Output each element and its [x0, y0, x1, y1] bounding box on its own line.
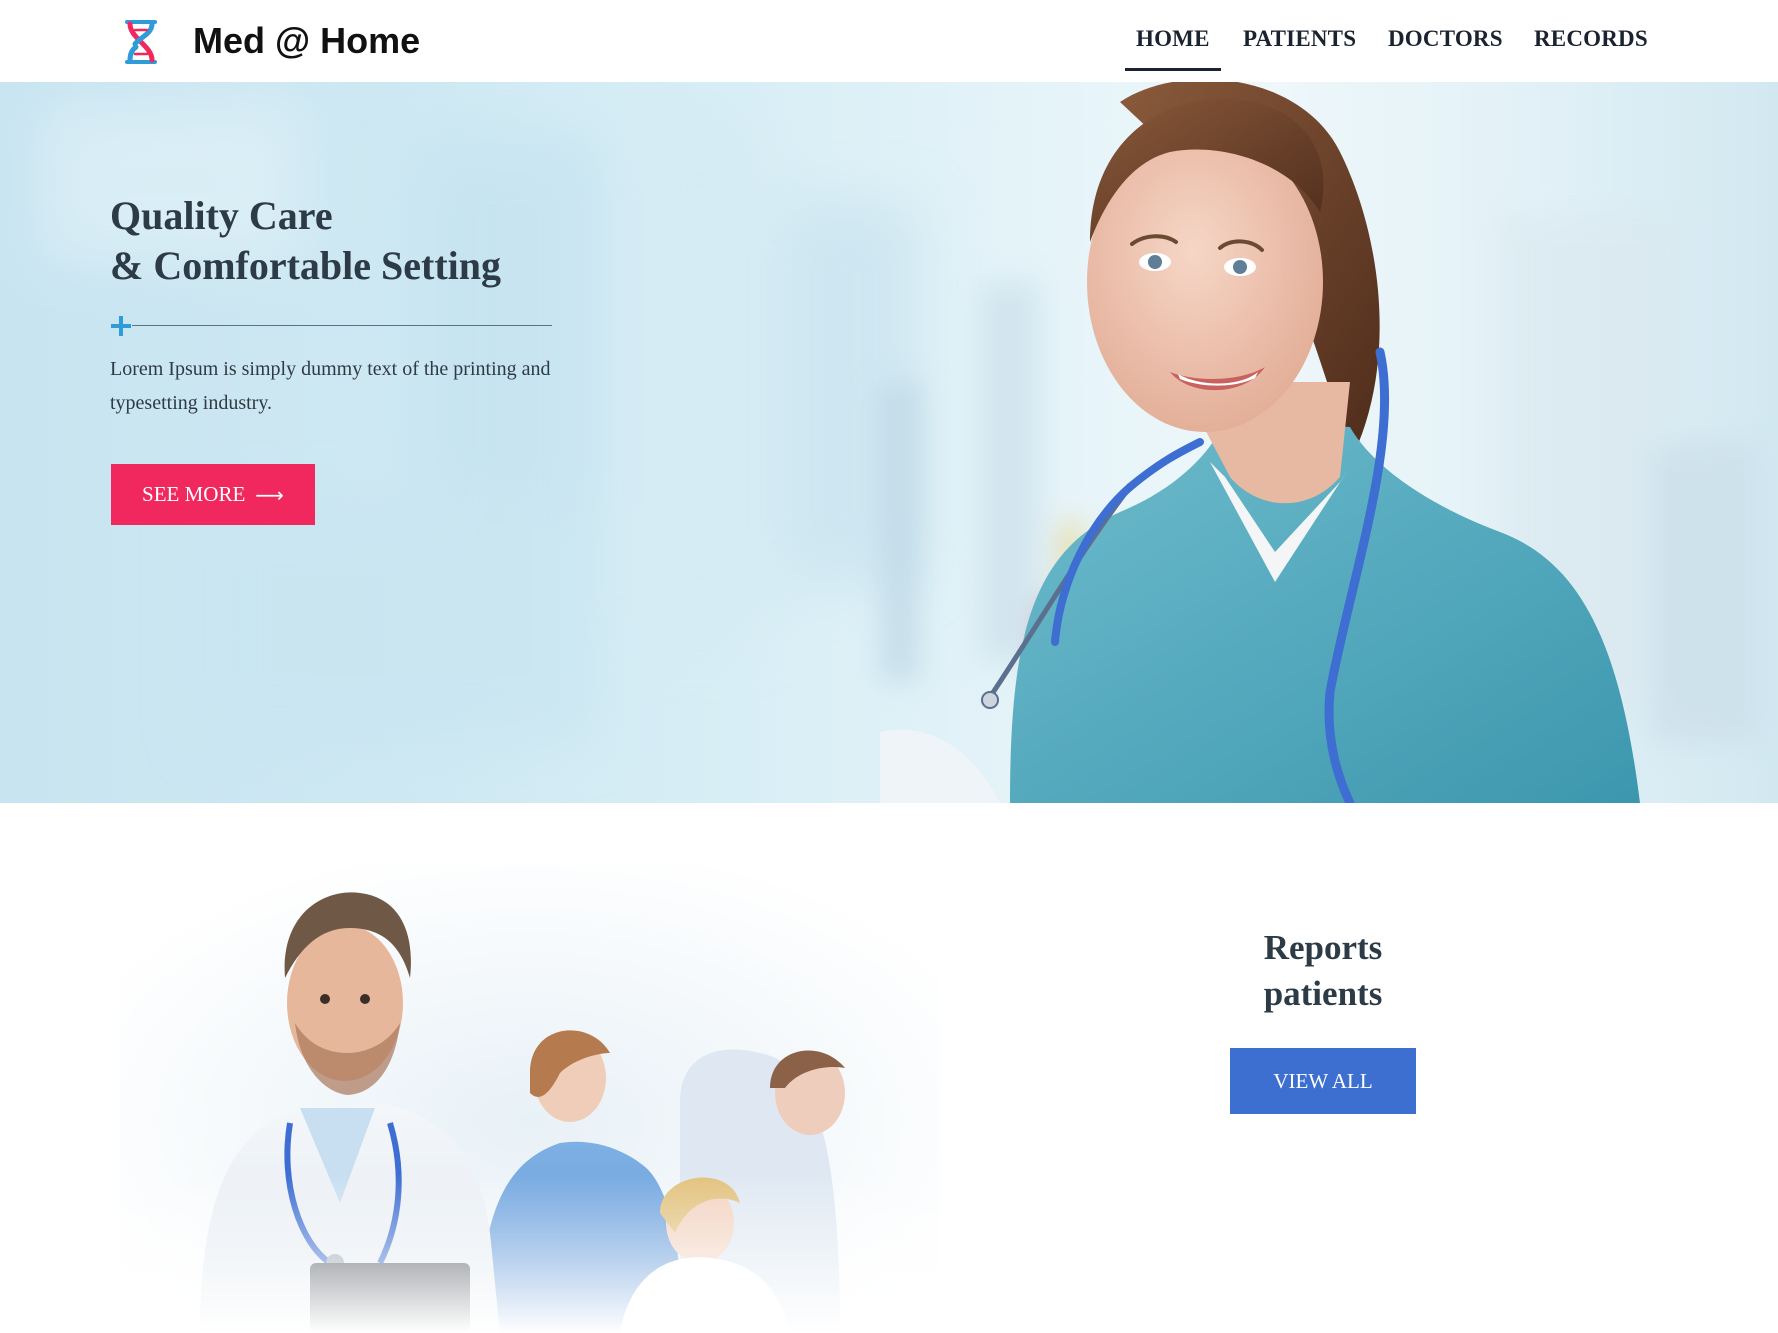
plus-icon — [111, 316, 131, 336]
nav-home[interactable]: HOME — [1125, 24, 1221, 71]
reports-title-line1: Reports — [1263, 928, 1383, 967]
reports-title-line2: patients — [1263, 974, 1383, 1013]
brand-name: Med @ Home — [193, 20, 421, 61]
nav-patients[interactable]: PATIENTS — [1243, 24, 1356, 54]
hero-banner: Quality Care & Comfortable Setting Lorem… — [0, 82, 1778, 803]
view-all-label: VIEW ALL — [1273, 1068, 1373, 1093]
hero-title-line1: Quality Care — [110, 193, 333, 238]
view-all-button[interactable]: VIEW ALL — [1230, 1048, 1416, 1114]
arrow-right-icon: ⟶ — [255, 482, 284, 507]
see-more-button[interactable]: SEE MORE ⟶ — [111, 464, 315, 525]
nurse-image — [880, 82, 1640, 803]
hero-description: Lorem Ipsum is simply dummy text of the … — [110, 358, 551, 414]
doctor-and-patients-image — [120, 803, 940, 1333]
top-navbar: Med @ Home HOME PATIENTS DOCTORS RECORDS — [0, 0, 1778, 82]
nav-doctors[interactable]: DOCTORS — [1388, 24, 1503, 54]
hero-title-line2: & Comfortable Setting — [110, 243, 502, 288]
brand[interactable]: Med @ Home — [117, 18, 420, 66]
reports-title: Reports patients — [1170, 925, 1476, 1017]
see-more-label: SEE MORE — [142, 482, 246, 506]
dna-helix-icon — [125, 20, 157, 64]
nav-records[interactable]: RECORDS — [1534, 24, 1648, 54]
hero-divider — [132, 325, 552, 326]
reports-section: Reports patients VIEW ALL — [0, 803, 1778, 1333]
